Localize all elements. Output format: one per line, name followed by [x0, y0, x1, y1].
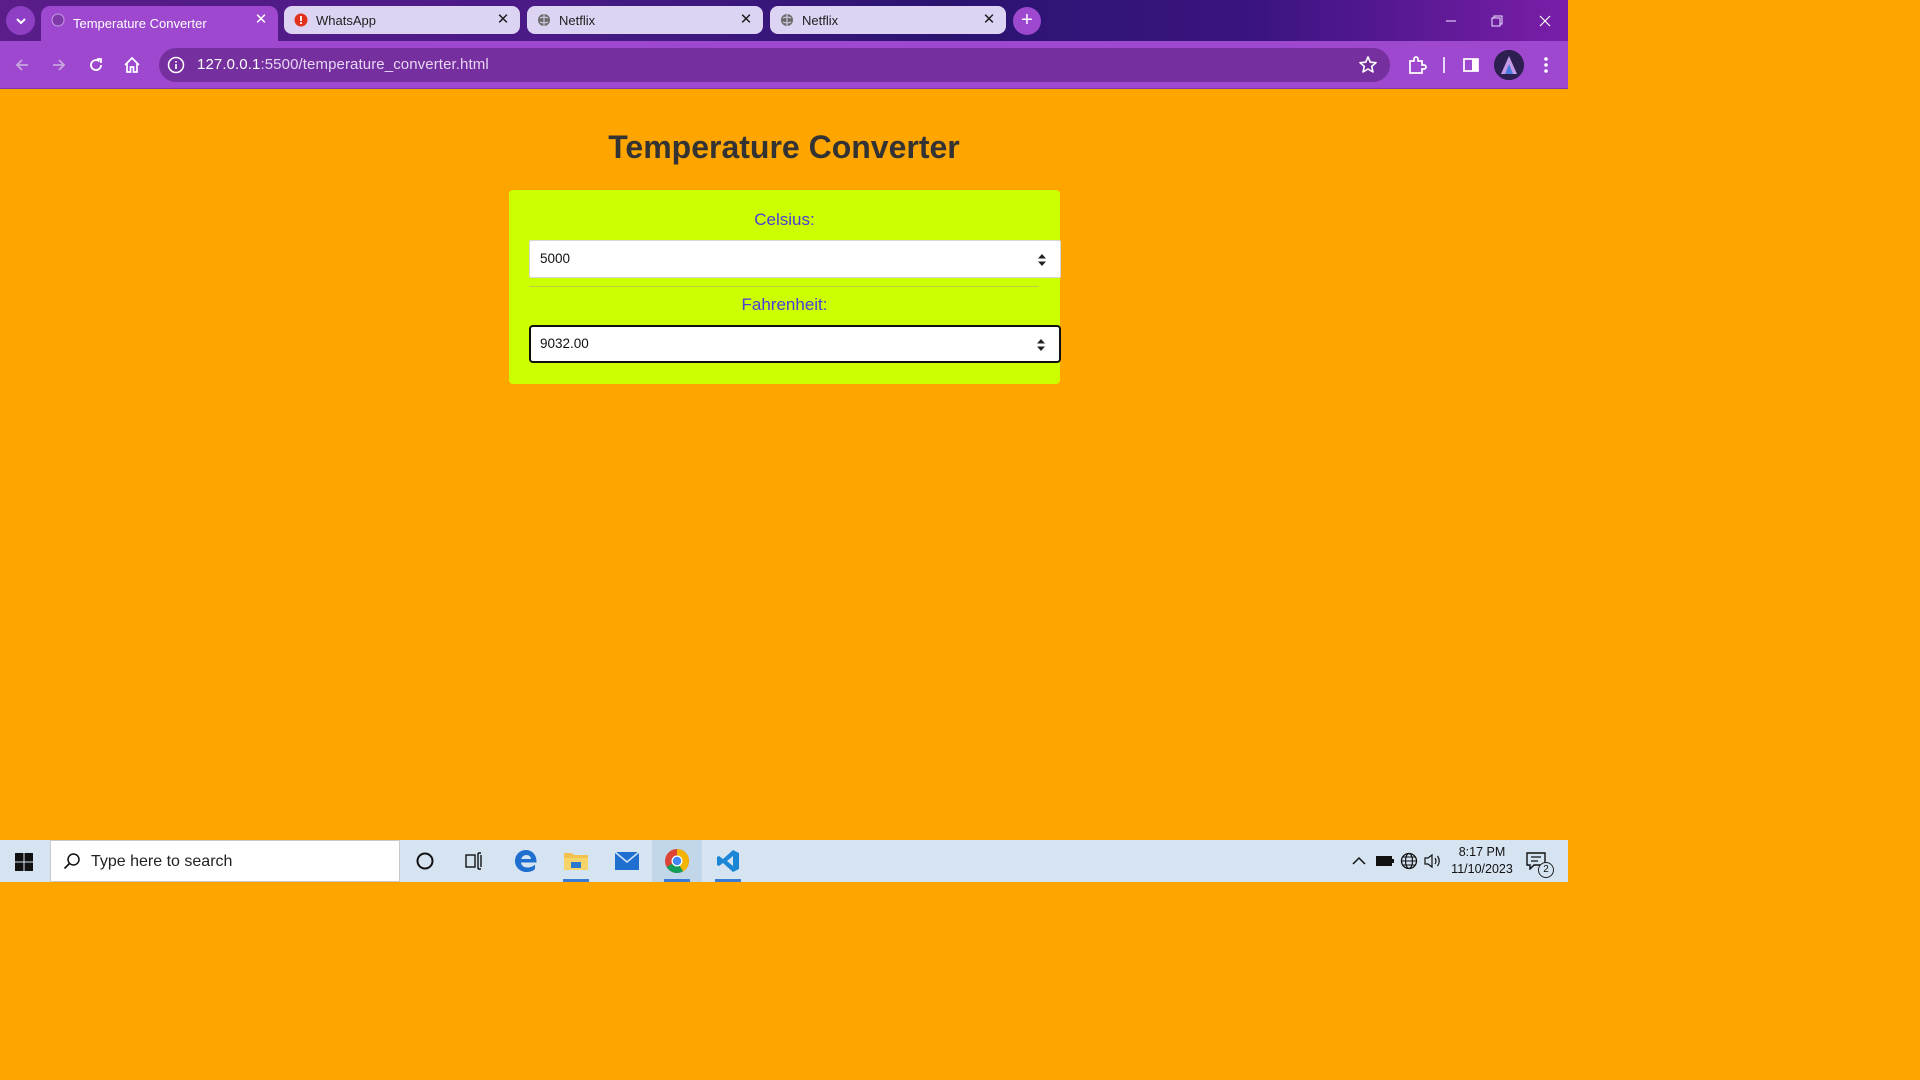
restore-icon [1491, 15, 1503, 26]
globe-network-icon [1400, 852, 1418, 870]
tab-close-icon[interactable]: ✕ [980, 10, 998, 30]
side-panel-button[interactable] [1459, 53, 1483, 77]
tab-title: WhatsApp [316, 12, 376, 28]
task-view-icon [465, 852, 482, 870]
restore-button[interactable] [1474, 0, 1520, 41]
fahrenheit-value: 9032.00 [540, 336, 589, 351]
toolbar-separator [1443, 57, 1445, 73]
page-title: Temperature Converter [608, 129, 960, 165]
taskbar: Type here to search 8:17 PM 11/10/2023 [0, 840, 1568, 882]
taskbar-clock[interactable]: 8:17 PM 11/10/2023 [1444, 844, 1520, 878]
cortana-icon [416, 852, 434, 870]
battery-icon [1376, 856, 1394, 866]
bookmark-star-icon[interactable] [1358, 55, 1378, 75]
file-explorer-icon [564, 853, 588, 870]
chevron-up-icon [1352, 856, 1366, 865]
minimize-button[interactable] [1428, 0, 1474, 41]
chrome-taskbar-button[interactable] [652, 840, 702, 882]
tab-netflix-1[interactable]: Netflix ✕ [527, 6, 763, 34]
search-placeholder: Type here to search [91, 853, 233, 870]
fahrenheit-label: Fahrenheit: [741, 295, 828, 314]
windows-start-icon[interactable] [14, 852, 34, 872]
new-tab-button[interactable]: + [1013, 7, 1041, 35]
back-button[interactable] [10, 53, 34, 77]
mail-icon [614, 851, 640, 870]
globe-icon [538, 14, 550, 26]
taskbar-search-box[interactable]: Type here to search [50, 840, 400, 882]
puzzle-icon [1409, 56, 1427, 74]
tab-netflix-2[interactable]: Netflix ✕ [770, 6, 1006, 34]
cortana-button[interactable] [400, 840, 450, 882]
browser-toolbar: 127.0.0.1:5500/temperature_converter.htm… [0, 41, 1568, 89]
tab-title: Temperature Converter [73, 16, 207, 31]
tab-close-icon[interactable]: ✕ [737, 10, 755, 30]
url-path: :5500/temperature_converter.html [260, 56, 489, 73]
celsius-value: 5000 [540, 251, 571, 266]
tab-title: Netflix [802, 12, 839, 28]
speaker-icon [1424, 853, 1440, 869]
fahrenheit-input[interactable]: 9032.00 [529, 325, 1061, 363]
avatar-icon [1494, 50, 1524, 80]
tab-title: Netflix [559, 12, 596, 28]
forward-button[interactable] [47, 53, 71, 77]
minimize-icon [1446, 20, 1456, 21]
notification-count-badge: 2 [1538, 862, 1554, 878]
number-spinner-icon[interactable] [1036, 337, 1046, 353]
clock-time: 8:17 PM [1458, 845, 1506, 859]
number-spinner-icon[interactable] [1037, 252, 1047, 268]
tab-close-icon[interactable]: ✕ [494, 10, 512, 30]
task-view-button[interactable] [449, 840, 499, 882]
globe-icon [781, 14, 793, 26]
tab-whatsapp[interactable]: WhatsApp ✕ [284, 6, 520, 34]
arrow-left-icon [15, 59, 28, 71]
home-icon [124, 56, 140, 73]
search-icon [63, 853, 80, 870]
edge-icon [515, 850, 537, 872]
clock-date: 11/10/2023 [1451, 862, 1513, 876]
vscode-taskbar-button[interactable] [703, 840, 753, 882]
side-panel-icon [1463, 58, 1479, 72]
reload-button[interactable] [84, 53, 108, 77]
url-host: 127.0.0.1 [197, 56, 261, 73]
globe-icon [51, 13, 65, 27]
show-hidden-icons-button[interactable] [1349, 840, 1369, 882]
mail-taskbar-button[interactable] [602, 840, 652, 882]
close-icon [1539, 15, 1550, 26]
profile-avatar[interactable] [1494, 50, 1524, 80]
tab-temperature-converter[interactable]: Temperature Converter ✕ [41, 6, 278, 41]
close-window-button[interactable] [1521, 0, 1568, 41]
tab-strip: Temperature Converter ✕ WhatsApp ✕ Netfl… [0, 0, 1568, 41]
divider [529, 286, 1039, 287]
volume-button[interactable] [1422, 840, 1444, 882]
home-button[interactable] [120, 53, 144, 77]
menu-button[interactable] [1534, 53, 1558, 77]
converter-card: Celsius: 5000 Fahrenheit: 9032.00 [509, 190, 1061, 384]
error-icon [294, 13, 308, 27]
arrow-right-icon [53, 59, 66, 71]
url-text[interactable]: 127.0.0.1:5500/temperature_converter.htm… [197, 56, 489, 73]
tab-close-icon[interactable]: ✕ [252, 10, 270, 30]
edge-taskbar-button[interactable] [501, 840, 551, 882]
vscode-icon [717, 850, 739, 872]
chrome-icon [665, 849, 689, 874]
chevron-down-icon [15, 17, 26, 24]
more-vert-icon [1544, 57, 1548, 73]
celsius-input[interactable]: 5000 [529, 240, 1061, 278]
address-bar[interactable]: 127.0.0.1:5500/temperature_converter.htm… [159, 48, 1390, 82]
celsius-label: Celsius: [754, 210, 815, 229]
info-icon[interactable] [167, 56, 185, 74]
extensions-button[interactable] [1405, 53, 1429, 77]
reload-icon [90, 58, 102, 71]
network-button[interactable] [1398, 840, 1420, 882]
battery-button[interactable] [1374, 840, 1396, 882]
file-explorer-taskbar-button[interactable] [551, 840, 601, 882]
page-content: Temperature Converter Celsius: 5000 Fahr… [0, 89, 1568, 840]
tab-search-button[interactable] [6, 6, 35, 35]
